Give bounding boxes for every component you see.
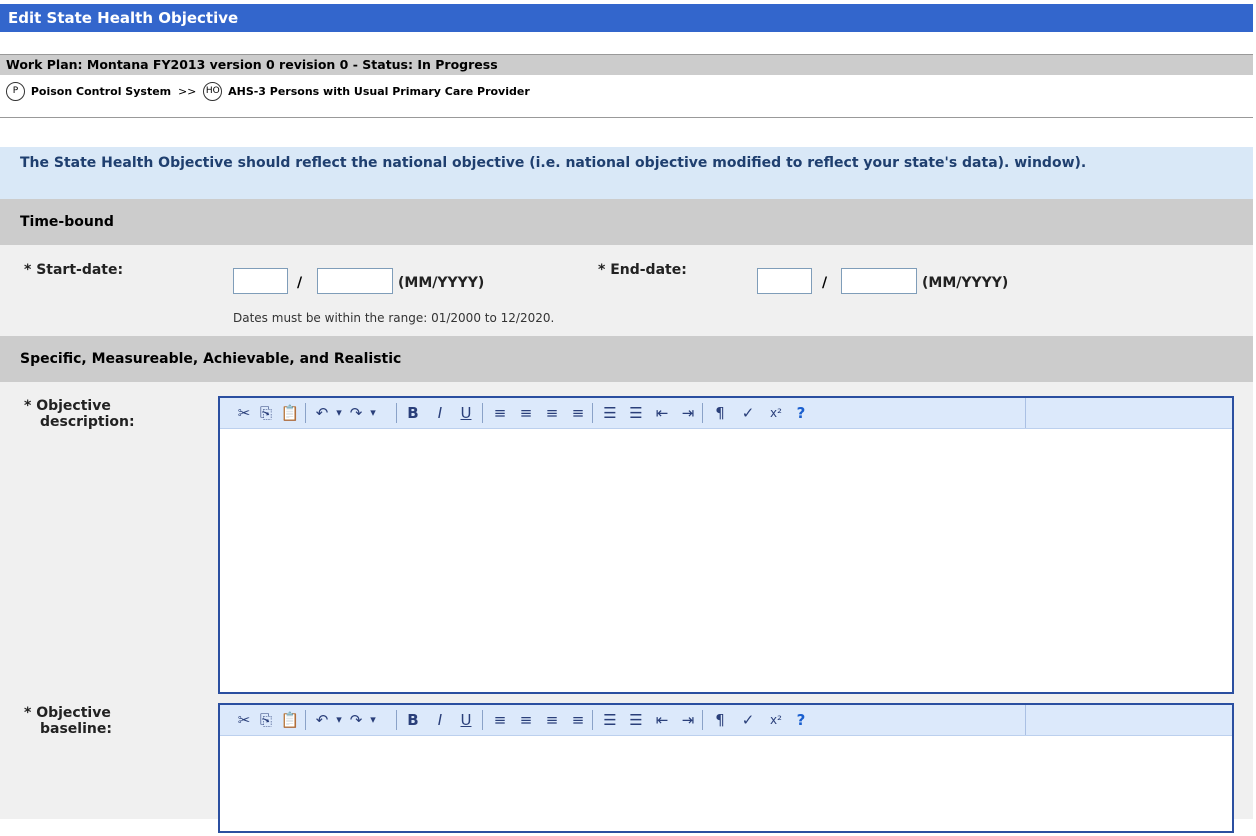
objective-description-editor[interactable]: ✂ ⎘ 📋 ↶ ▾ ↷ ▾ B I U ≡ ≡ ≡ ≡ ☰ ☰ ⇤ ⇥ ¶ ✓ x²? [218,396,1234,694]
timebound-row: * Start-date: / (MM/YYYY) * End-date: / … [0,245,1253,336]
unordered-list-icon[interactable]: ☰ [626,403,646,423]
italic-icon[interactable]: I [430,403,450,423]
end-month-input[interactable] [757,268,812,294]
section-header-smart: Specific, Measureable, Achievable, and R… [0,336,1253,382]
paste-icon[interactable]: 📋 [280,710,300,730]
objective-description-label-line2: description: [40,414,135,430]
superscript-icon[interactable]: x² [766,403,786,423]
spellcheck-icon[interactable]: ✓ [738,710,758,730]
unordered-list-icon[interactable]: ☰ [626,710,646,730]
undo-dropdown-icon[interactable]: ▾ [334,710,344,730]
objective-baseline-label-line1: * Objective [24,705,111,721]
end-date-slash: / [822,275,828,291]
superscript-icon[interactable]: x² [766,710,786,730]
bold-icon[interactable]: B [403,710,423,730]
copy-icon[interactable]: ⎘ [256,403,276,423]
toolbar-separator [702,403,703,423]
notice-banner: The State Health Objective should reflec… [0,147,1253,199]
redo-dropdown-icon[interactable]: ▾ [368,403,378,423]
date-range-hint: Dates must be within the range: 01/2000 … [233,311,555,325]
start-date-slash: / [297,275,303,291]
align-left-icon[interactable]: ≡ [490,403,510,423]
paragraph-icon[interactable]: ¶ [710,403,730,423]
undo-icon[interactable]: ↶ [312,710,332,730]
objective-baseline-textarea[interactable] [220,736,1232,836]
toolbar-separator [305,403,306,423]
toolbar-separator [482,403,483,423]
paragraph-icon[interactable]: ¶ [710,710,730,730]
section-header-timebound: Time-bound [0,199,1253,245]
redo-icon[interactable]: ↷ [346,403,366,423]
spellcheck-icon[interactable]: ✓ [738,403,758,423]
toolbar-separator [396,403,397,423]
breadcrumb-program: Poison Control System [30,85,172,98]
toolbar-separator [592,403,593,423]
copy-icon[interactable]: ⎘ [256,710,276,730]
align-center-icon[interactable]: ≡ [516,403,536,423]
indent-icon[interactable]: ⇥ [678,710,698,730]
help-icon[interactable]: ? [791,710,811,730]
underline-icon[interactable]: U [456,403,476,423]
toolbar-separator [482,710,483,730]
ordered-list-icon[interactable]: ☰ [600,710,620,730]
underline-icon[interactable]: U [456,710,476,730]
objective-description-label: * Objective description: [24,398,135,430]
objective-description-label-line1: * Objective [24,398,111,414]
ordered-list-icon[interactable]: ☰ [600,403,620,423]
objective-description-textarea[interactable] [220,429,1232,691]
undo-icon[interactable]: ↶ [312,403,332,423]
help-icon[interactable]: ? [791,403,811,423]
start-date-format: (MM/YYYY) [398,275,485,291]
end-date-label: * End-date: [598,262,687,278]
editor-toolbar: ✂ ⎘ 📋 ↶ ▾ ↷ ▾ B I U ≡ ≡ ≡ ≡ ☰ ☰ ⇤ ⇥ ¶ ✓ x²? [220,398,1232,429]
align-right-icon[interactable]: ≡ [542,710,562,730]
editor-toolbar: ✂ ⎘ 📋 ↶ ▾ ↷ ▾ B I U ≡ ≡ ≡ ≡ ☰ ☰ ⇤ ⇥ ¶ ✓ x²? [220,705,1232,736]
objective-baseline-editor[interactable]: ✂ ⎘ 📋 ↶ ▾ ↷ ▾ B I U ≡ ≡ ≡ ≡ ☰ ☰ ⇤ ⇥ ¶ ✓ x²? [218,703,1234,833]
indent-icon[interactable]: ⇥ [678,403,698,423]
undo-dropdown-icon[interactable]: ▾ [334,403,344,423]
end-year-input[interactable] [841,268,917,294]
toolbar-separator [396,710,397,730]
redo-icon[interactable]: ↷ [346,710,366,730]
outdent-icon[interactable]: ⇤ [652,403,672,423]
align-right-icon[interactable]: ≡ [542,403,562,423]
justify-icon[interactable]: ≡ [568,710,588,730]
toolbar-separator [702,710,703,730]
breadcrumb-objective: AHS-3 Persons with Usual Primary Care Pr… [228,85,530,98]
cut-icon[interactable]: ✂ [234,403,254,423]
page-title: Edit State Health Objective [0,4,1253,32]
program-badge-icon: P [6,82,25,101]
italic-icon[interactable]: I [430,710,450,730]
breadcrumb-separator: >> [177,85,197,98]
align-center-icon[interactable]: ≡ [516,710,536,730]
paste-icon[interactable]: 📋 [280,403,300,423]
redo-dropdown-icon[interactable]: ▾ [368,710,378,730]
end-date-format: (MM/YYYY) [922,275,1009,291]
cut-icon[interactable]: ✂ [234,710,254,730]
bold-icon[interactable]: B [403,403,423,423]
workplan-status: Work Plan: Montana FY2013 version 0 revi… [0,54,1253,75]
start-year-input[interactable] [317,268,393,294]
breadcrumb: P Poison Control System >> HO AHS-3 Pers… [0,76,1253,118]
start-month-input[interactable] [233,268,288,294]
outdent-icon[interactable]: ⇤ [652,710,672,730]
objective-baseline-label: * Objective baseline: [24,705,112,737]
objective-baseline-label-line2: baseline: [40,721,112,737]
objective-badge-icon: HO [203,82,223,101]
start-date-label: * Start-date: [24,262,124,278]
align-left-icon[interactable]: ≡ [490,710,510,730]
toolbar-separator [305,710,306,730]
toolbar-separator [592,710,593,730]
justify-icon[interactable]: ≡ [568,403,588,423]
